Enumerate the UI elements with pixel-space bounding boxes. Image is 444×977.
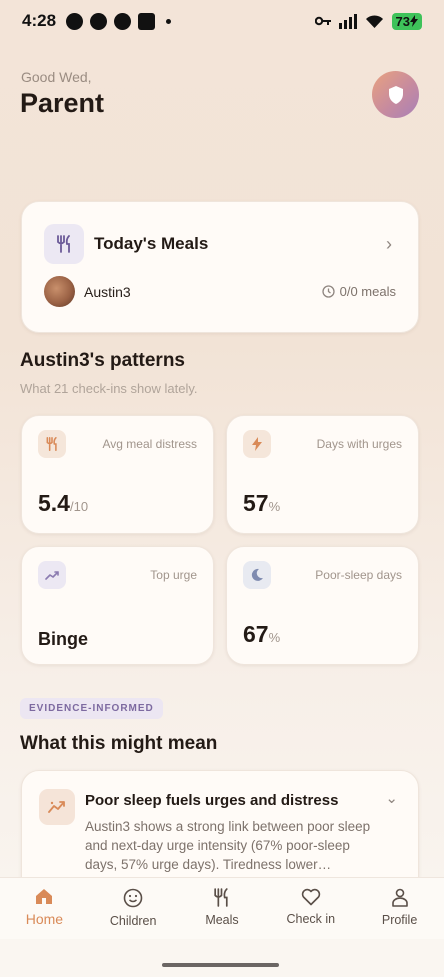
home-icon	[36, 889, 53, 904]
meal-count-text: 0/0 meals	[339, 284, 396, 299]
child-avatar	[44, 276, 75, 307]
chevron-right-icon[interactable]: ›	[386, 234, 392, 255]
greeting-text: Good Wed,	[21, 69, 92, 85]
child-name: Austin3	[84, 284, 131, 300]
gesture-area	[0, 939, 444, 977]
more-notifications-icon	[166, 18, 172, 24]
nav-meals[interactable]: Meals	[178, 878, 267, 939]
stat-label: Avg meal distress	[102, 437, 197, 451]
whatsapp-icon	[114, 12, 132, 30]
nav-label: Meals	[205, 913, 239, 927]
smiley-icon	[123, 888, 143, 908]
stat-label: Poor-sleep days	[315, 568, 402, 582]
stat-card-poor-sleep[interactable]: Poor-sleep days 67%	[226, 546, 419, 665]
stat-label: Top urge	[150, 568, 197, 582]
stat-card-top-urge[interactable]: Top urge Binge	[21, 546, 214, 665]
stat-unit: /10	[69, 499, 89, 514]
insight-body: Austin3 shows a strong link between poor…	[85, 819, 371, 872]
battery-indicator: 73	[391, 12, 422, 30]
stat-value: Binge	[38, 629, 89, 649]
person-icon	[391, 888, 408, 907]
nav-label: Children	[109, 914, 157, 928]
key-icon	[314, 16, 331, 26]
insight-trend-icon	[39, 789, 75, 825]
nav-check-in[interactable]: Check in	[266, 878, 355, 939]
notification-icons	[66, 12, 172, 30]
nav-profile[interactable]: Profile	[355, 878, 444, 939]
heart-icon	[301, 888, 320, 906]
moon-icon	[243, 561, 271, 589]
stat-unit: %	[268, 630, 281, 645]
profile-avatar[interactable]	[372, 71, 419, 118]
linkedin-icon	[138, 12, 156, 30]
nav-home[interactable]: Home	[0, 878, 89, 939]
shield-icon	[388, 85, 403, 104]
battery-level: 73	[395, 13, 410, 29]
patterns-title: Austin3's patterns	[20, 350, 185, 371]
todays-meals-card[interactable]: Today's Meals › Austin3 0/0 meals	[21, 201, 419, 333]
trend-icon	[38, 561, 66, 589]
page-title: Parent	[20, 88, 105, 118]
home-indicator[interactable]	[162, 963, 279, 967]
stat-label: Days with urges	[316, 437, 402, 451]
utensils-icon	[214, 888, 229, 907]
utensils-icon	[38, 430, 66, 458]
stat-card-days-with-urges[interactable]: Days with urges 57%	[226, 415, 419, 534]
insight-title: Poor sleep fuels urges and distress	[85, 792, 339, 809]
nav-label: Profile	[381, 913, 418, 927]
evidence-badge: EVIDENCE-INFORMED	[20, 698, 163, 719]
status-right: 73	[314, 12, 422, 30]
patterns-subtitle: What 21 check-ins show lately.	[20, 381, 198, 396]
stat-value: 57%	[243, 490, 281, 516]
github-icon	[66, 12, 84, 30]
stat-value: 67%	[243, 621, 281, 647]
bottom-nav: Home Children Meals Check in Profile	[0, 877, 444, 939]
stat-card-meal-distress[interactable]: Avg meal distress 5.4/10	[21, 415, 214, 534]
stat-unit: %	[268, 499, 281, 514]
meals-card-title: Today's Meals	[94, 234, 209, 253]
chevron-down-icon[interactable]: ⌄	[385, 789, 398, 807]
meal-count: 0/0 meals	[321, 284, 396, 299]
chat-icon	[90, 12, 108, 30]
clock-icon	[321, 285, 335, 298]
utensils-icon	[57, 235, 70, 253]
wifi-icon	[365, 14, 383, 28]
bolt-icon	[243, 430, 271, 458]
status-bar: 4:28 73	[0, 0, 444, 42]
nav-children[interactable]: Children	[89, 878, 178, 939]
status-time: 4:28	[22, 11, 57, 30]
stat-value: 5.4/10	[38, 490, 89, 516]
meaning-title: What this might mean	[20, 733, 218, 754]
signal-icon	[338, 13, 357, 29]
charging-icon	[410, 15, 418, 27]
meals-icon-box	[44, 224, 84, 264]
nav-label: Check in	[286, 912, 336, 926]
nav-label: Home	[25, 911, 64, 927]
